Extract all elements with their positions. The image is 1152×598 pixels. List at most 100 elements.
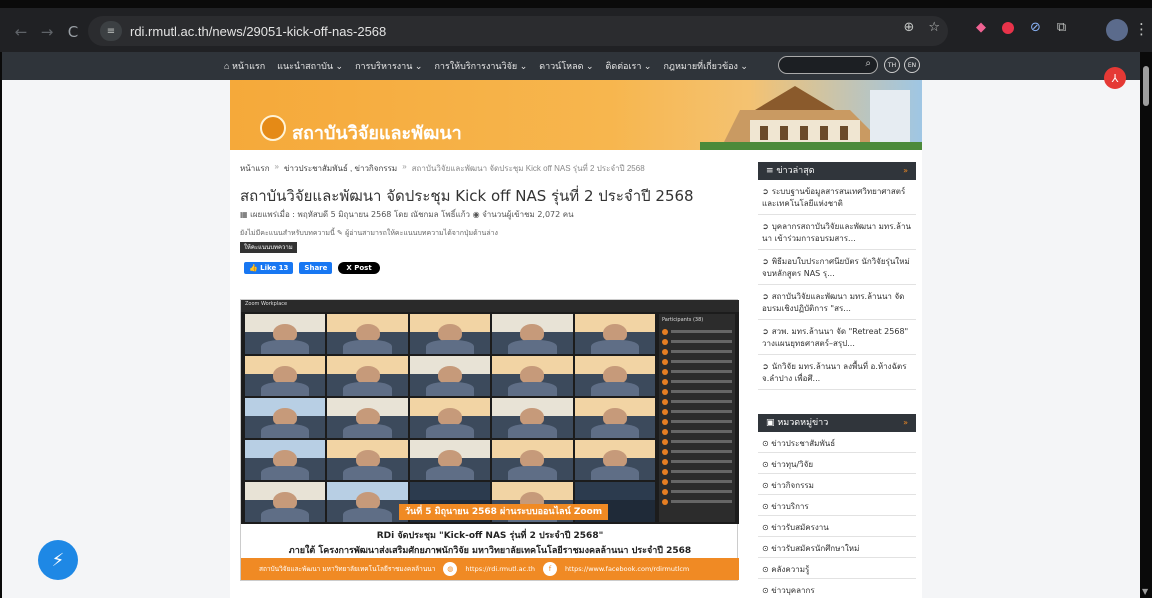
browser-menu-icon[interactable]: ⋮ (1134, 20, 1149, 38)
participant-tile (409, 314, 491, 354)
rate-article-button[interactable]: ให้คะแนนบทความ (240, 242, 297, 253)
category-item[interactable]: ⊙ ข่าวทุน/วิจัย (758, 453, 916, 474)
participant-tile (409, 356, 491, 396)
footer-org-text: สถาบันวิจัยและพัฒนา มหาวิทยาลัยเทคโนโลยี… (259, 565, 436, 573)
participant-tile (245, 482, 326, 522)
pdf-icon[interactable]: ⅄ (1104, 67, 1126, 89)
page-scrollbar[interactable]: ▼ (1140, 52, 1152, 598)
footer-website: https://rdi.rmutl.ac.th (465, 565, 535, 573)
participant-tile (492, 398, 573, 438)
lang-th-button[interactable]: TH (884, 57, 900, 73)
arrow-circle-icon: ➲ (762, 187, 769, 196)
participant-tile (245, 356, 326, 396)
site-banner: สถาบันวิจัยและพัฒนา (230, 80, 922, 150)
category-item[interactable]: ⊙ ข่าวรับสมัครนักศึกษาใหม่ (758, 537, 916, 558)
scroll-down-icon[interactable]: ▼ (1142, 587, 1148, 596)
breadcrumb-home[interactable]: หน้าแรก (240, 162, 270, 175)
browser-chrome: ← → C ≡ rdi.rmutl.ac.th/news/29051-kick-… (0, 0, 1152, 52)
category-item[interactable]: ⊙ คลังความรู้ (758, 558, 916, 579)
participants-header: Participants (38) (662, 317, 704, 323)
arrow-circle-icon: ➲ (762, 222, 769, 231)
extensions-puzzle-icon[interactable]: ⧉ (1057, 20, 1066, 35)
back-icon[interactable]: ← (8, 19, 34, 45)
category-item[interactable]: ⊙ ข่าวบริการ (758, 495, 916, 516)
category-item[interactable]: ⊙ ข่าวบุคลากร (758, 579, 916, 598)
arrow-circle-icon: ➲ (762, 292, 769, 301)
nav-about[interactable]: แนะนำสถาบัน ⌄ (277, 59, 343, 73)
latest-news-item[interactable]: ➲ บุคลากรสถาบันวิจัยและพัฒนา มทร.ล้านนา เ… (758, 215, 916, 250)
web-page: ⌂ หน้าแรก แนะนำสถาบัน ⌄ การบริหารงาน ⌄ ก… (2, 52, 1140, 598)
breadcrumb-separator: » (274, 162, 279, 171)
messenger-chat-icon[interactable]: ⚡ (38, 540, 78, 580)
participant-tile (574, 440, 655, 480)
category-item[interactable]: ⊙ ข่าวรับสมัครงาน (758, 516, 916, 537)
nav-management[interactable]: การบริหารงาน ⌄ (355, 59, 422, 73)
latest-news-item[interactable]: ➲ ระบบฐานข้อมูลสารสนเทศวิทยาศาสตร์และเทคโ… (758, 180, 916, 215)
record-extension-icon[interactable] (1002, 21, 1014, 34)
rating-note: ยังไม่มีคะแนนสำหรับบทความนี้ ✎ ผู้อ่านสา… (240, 229, 498, 237)
footer-facebook: https://www.facebook.com/rdirmutlcm (564, 565, 690, 573)
latest-news-item[interactable]: ➲ พิธีมอบใบประกาศนียบัตร นักวิจัยรุ่นใหม่… (758, 250, 916, 285)
globe-icon: ◍ (443, 562, 458, 576)
chevron-right-icon[interactable]: » (903, 162, 908, 180)
latest-news-item[interactable]: ➲ สวพ. มทร.ล้านนา จัด "Retreat 2568" วางแ… (758, 320, 916, 355)
latest-news-item[interactable]: ➲ นักวิจัย มทร.ล้านนา ลงพื้นที่ อ.ห้างฉัต… (758, 355, 916, 390)
participant-tile (245, 314, 326, 354)
category-item[interactable]: ⊙ ข่าวประชาสัมพันธ์ (758, 432, 916, 453)
bookmark-star-icon[interactable]: ☆ (928, 20, 940, 35)
zoom-screenshot: Zoom Workplace Participants (38) วันที่ … (241, 300, 739, 524)
nav-home[interactable]: ⌂ หน้าแรก (224, 59, 265, 73)
address-bar[interactable]: ≡ rdi.rmutl.ac.th/news/29051-kick-off-na… (88, 16, 948, 46)
reload-icon[interactable]: C (60, 19, 86, 45)
x-post-button[interactable]: X Post (338, 262, 380, 274)
url-text[interactable]: rdi.rmutl.ac.th/news/29051-kick-off-nas-… (130, 24, 386, 39)
site-info-icon[interactable]: ≡ (100, 21, 122, 41)
nav-laws[interactable]: กฎหมายที่เกี่ยวข้อง ⌄ (663, 59, 747, 73)
browser-toolbar: ← → C ≡ rdi.rmutl.ac.th/news/29051-kick-… (8, 14, 1149, 50)
forward-icon[interactable]: → (34, 19, 60, 45)
arrow-circle-icon: ➲ (762, 257, 769, 266)
arrow-circle-icon: ➲ (762, 327, 769, 336)
nav-research-services[interactable]: การให้บริการงานวิจัย ⌄ (434, 59, 527, 73)
participant-tile (574, 398, 655, 438)
zoom-titlebar: Zoom Workplace (241, 300, 739, 312)
chevron-right-icon[interactable]: » (903, 414, 908, 432)
facebook-icon: f (542, 562, 557, 576)
latest-news-item[interactable]: ➲ สถาบันวิจัยและพัฒนา มทร.ล้านนา จัดอบรมเ… (758, 285, 916, 320)
nav-download[interactable]: ดาวน์โหลด ⌄ (539, 59, 593, 73)
participant-tile (574, 356, 655, 396)
article-column: หน้าแรก » ข่าวประชาสัมพันธ์ , ข่าวกิจกรร… (240, 162, 740, 581)
search-icon[interactable]: ⌕ (865, 58, 871, 69)
link-extension-icon[interactable]: ⊘ (1030, 20, 1041, 35)
zoom-icon[interactable]: ⊕ (903, 20, 914, 35)
image-headline: RDi จัดประชุม "Kick-off NAS รุ่นที่ 2 ปร… (376, 531, 604, 541)
facebook-like-button[interactable]: 👍 Like 13 (244, 262, 294, 274)
scroll-thumb[interactable] (1143, 66, 1149, 106)
profile-avatar[interactable] (1106, 19, 1128, 41)
image-date-caption: วันที่ 5 มิถุนายน 2568 ผ่านระบบออนไลน์ Z… (399, 504, 609, 520)
article-title: สถาบันวิจัยและพัฒนา จัดประชุม Kick off N… (240, 187, 694, 205)
facebook-share-button[interactable]: Share (299, 262, 333, 274)
news-categories-header: ▣ หมวดหมู่ข่าว» (758, 414, 916, 432)
participant-tile (327, 482, 408, 522)
breadcrumb-category[interactable]: ข่าวประชาสัมพันธ์ , ข่าวกิจกรรม (284, 162, 397, 175)
article-image[interactable]: Zoom Workplace Participants (38) วันที่ … (240, 299, 739, 581)
latest-news-header: ≡ ข่าวล่าสุด» (758, 162, 916, 180)
video-grid (245, 314, 655, 522)
participant-tile (327, 440, 408, 480)
participant-tile (327, 314, 408, 354)
building-illustration (700, 86, 922, 150)
participant-tile (492, 356, 573, 396)
lang-en-button[interactable]: EN (904, 57, 920, 73)
category-item[interactable]: ⊙ ข่าวกิจกรรม (758, 474, 916, 495)
site-search-input[interactable]: ⌕ (778, 56, 878, 74)
sidebar: ≡ ข่าวล่าสุด» ➲ ระบบฐานข้อมูลสารสนเทศวิทย… (758, 162, 916, 598)
nav-contact[interactable]: ติดต่อเรา ⌄ (606, 59, 652, 73)
participants-panel: Participants (38) (659, 314, 735, 522)
extension-icon[interactable]: ◆ (976, 20, 986, 35)
window-frame (0, 0, 1152, 8)
banner-title: สถาบันวิจัยและพัฒนา (292, 123, 462, 144)
participant-tile (327, 398, 408, 438)
participant-tile (245, 440, 326, 480)
breadcrumb-current: สถาบันวิจัยและพัฒนา จัดประชุม Kick off N… (411, 164, 645, 173)
